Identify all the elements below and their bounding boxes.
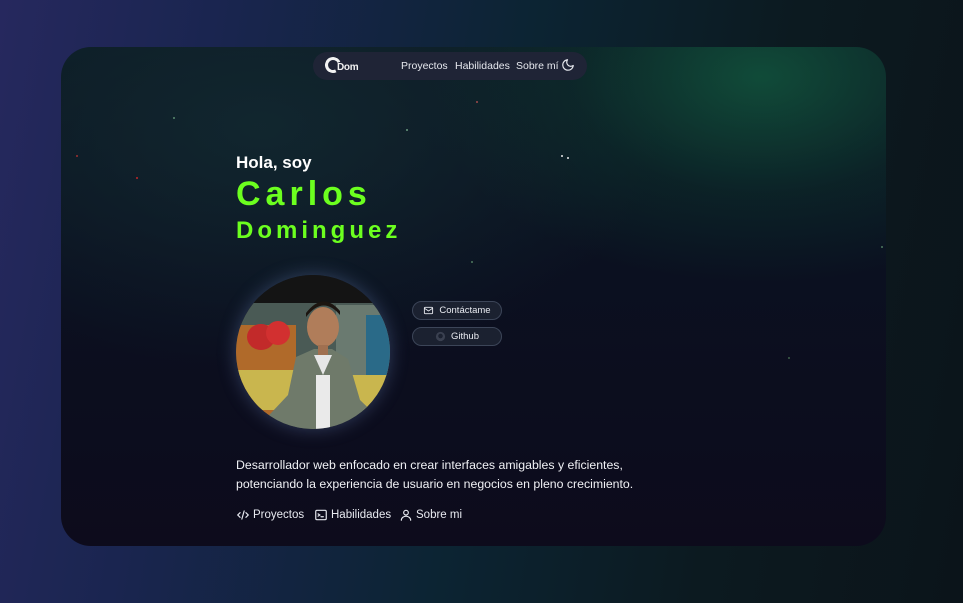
user-icon	[400, 509, 412, 521]
star-decoration	[788, 357, 790, 359]
logo-text: Dom	[337, 62, 359, 73]
mail-icon	[424, 306, 434, 315]
greeting: Hola, soy	[236, 153, 312, 172]
bio-description: Desarrollador web enfocado en crear inte…	[236, 458, 634, 491]
logo[interactable]: Dom	[322, 54, 361, 76]
terminal-icon	[315, 509, 327, 521]
star-decoration	[136, 177, 138, 179]
star-decoration	[471, 261, 473, 263]
github-button[interactable]: Github	[412, 327, 502, 346]
star-decoration	[173, 117, 175, 119]
contact-button[interactable]: Contáctame	[412, 301, 502, 320]
github-button-label: Github	[451, 331, 479, 342]
star-decoration	[406, 129, 408, 131]
nav-link-sobre-mi[interactable]: Sobre mí	[516, 60, 559, 72]
last-name: Dominguez	[236, 217, 402, 244]
hero-card: Dom Proyectos Habilidades Sobre mí Hola,…	[61, 47, 886, 546]
nav-link-proyectos[interactable]: Proyectos	[401, 60, 448, 72]
star-decoration	[561, 155, 563, 157]
bottom-link-habilidades[interactable]: Habilidades	[314, 508, 391, 522]
bottom-link-label: Habilidades	[331, 509, 392, 521]
profile-photo-illustration	[236, 275, 390, 429]
bottom-link-sobre-mi[interactable]: Sobre mi	[399, 508, 462, 522]
bottom-link-proyectos[interactable]: Proyectos	[236, 508, 304, 522]
bottom-link-label: Proyectos	[253, 509, 305, 521]
star-decoration	[476, 101, 478, 103]
github-icon	[435, 331, 446, 342]
contact-button-label: Contáctame	[439, 305, 491, 316]
star-decoration	[567, 157, 569, 159]
top-navbar: Dom Proyectos Habilidades Sobre mí	[313, 52, 587, 80]
code-icon	[236, 510, 250, 520]
star-decoration	[881, 246, 883, 248]
profile-photo	[236, 275, 390, 429]
first-name: Carlos	[236, 175, 372, 213]
nav-link-habilidades[interactable]: Habilidades	[455, 60, 510, 72]
bottom-link-label: Sobre mi	[416, 509, 463, 521]
star-decoration	[76, 155, 78, 157]
moon-icon[interactable]	[561, 58, 575, 72]
